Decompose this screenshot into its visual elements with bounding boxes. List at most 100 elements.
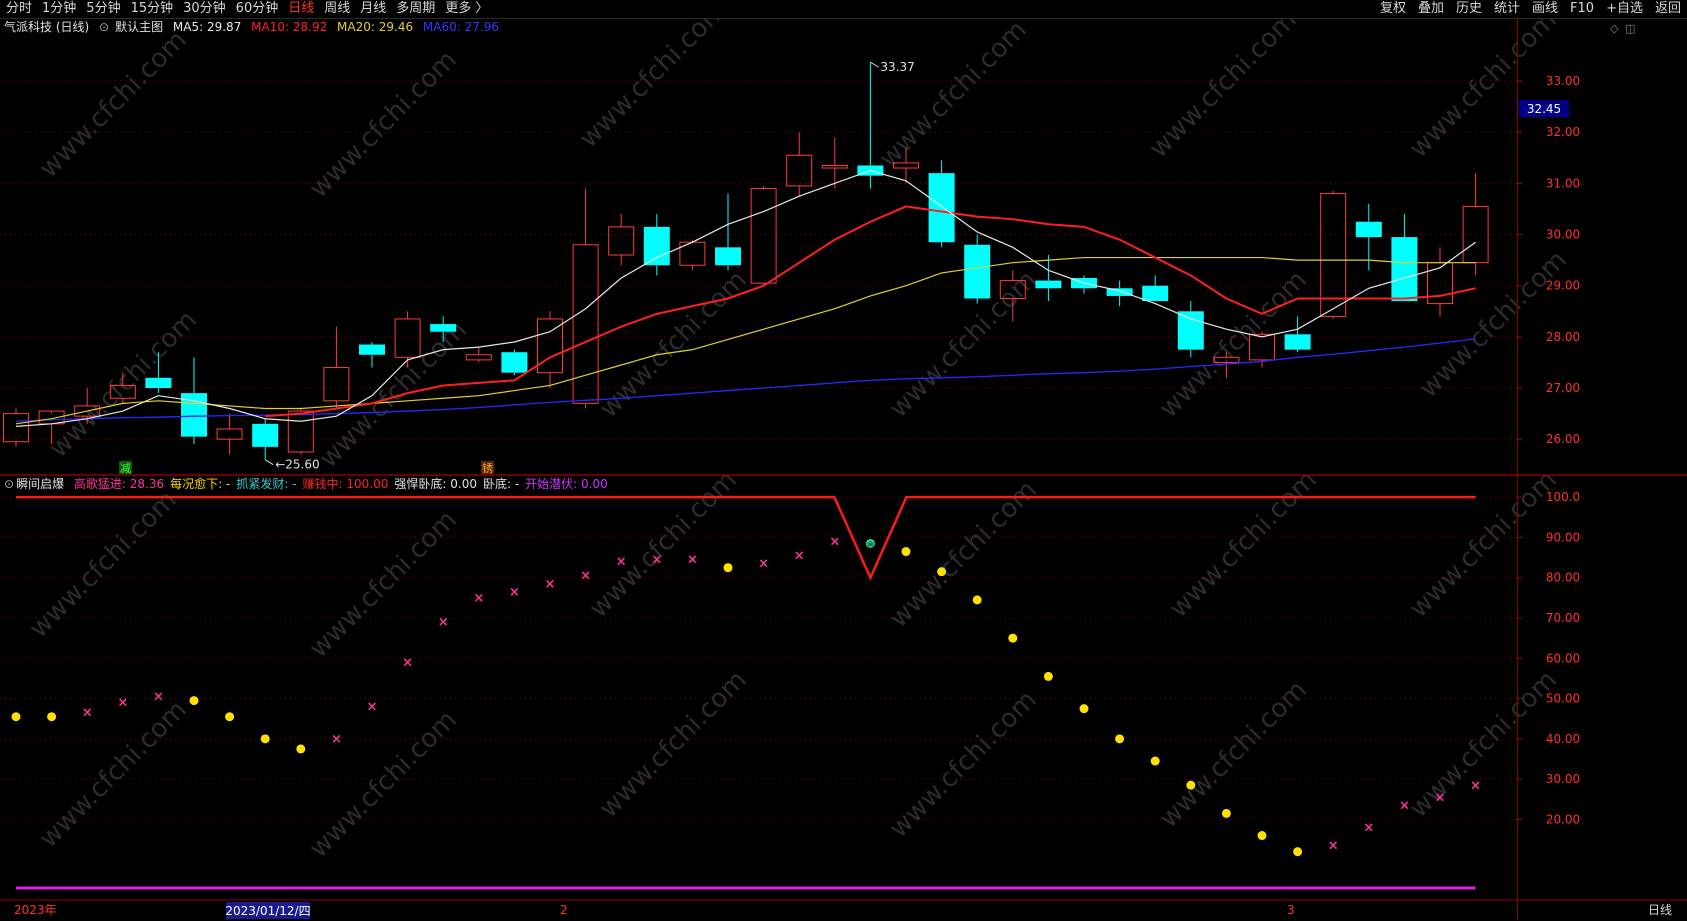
ma10-line xyxy=(265,205,1476,418)
price-tick-label-3: 29.00 xyxy=(1546,279,1580,293)
current-price-label: 32.45 xyxy=(1527,102,1561,116)
period-tab-8[interactable]: 月线 xyxy=(360,0,386,18)
stock-name[interactable]: 气派科技 (日线) xyxy=(4,20,89,34)
period-tab-4[interactable]: 30分钟 xyxy=(183,0,226,18)
period-badge: 日线 xyxy=(1648,903,1672,917)
candle-32 xyxy=(1142,275,1169,302)
candle-7 xyxy=(252,418,279,460)
candle-body xyxy=(1035,280,1062,289)
toolbar-button-1[interactable]: 叠加 xyxy=(1418,0,1444,18)
indicator-cross-15: × xyxy=(545,577,556,592)
xaxis-feb-label: 2 xyxy=(560,903,568,917)
indicator-cross-2: × xyxy=(82,706,93,721)
indicator-tick-label-8: 100.0 xyxy=(1546,490,1580,504)
indicator-dot-36 xyxy=(1293,847,1303,857)
indicator-tick-label-0: 20.00 xyxy=(1546,812,1580,826)
indicator-cross-12: × xyxy=(438,615,449,630)
period-tab-3[interactable]: 15分钟 xyxy=(131,0,174,18)
price-tick-label-7: 33.00 xyxy=(1546,74,1580,88)
indicator-dot-33 xyxy=(1186,780,1196,790)
period-tab-5[interactable]: 60分钟 xyxy=(236,0,279,18)
indicator-dot-8 xyxy=(296,744,306,754)
period-tab-1[interactable]: 1分钟 xyxy=(42,0,76,18)
high-price-label: 33.37 xyxy=(880,60,914,74)
indicator-dot-7 xyxy=(260,734,270,744)
candle-body xyxy=(216,428,243,440)
candle-19 xyxy=(679,239,706,271)
indicator-tick-label-3: 50.00 xyxy=(1546,692,1580,706)
indicator-legend-item-2: 抓紧发财: - xyxy=(236,477,297,491)
candle-body xyxy=(537,318,563,374)
candle-6 xyxy=(216,413,243,455)
candle-15 xyxy=(537,311,563,389)
indicator-cross-41: × xyxy=(1470,779,1481,794)
indicator-dot-25 xyxy=(901,547,911,557)
ma5-value: MA5: 29.87 xyxy=(172,20,242,34)
indicator-cross-9: × xyxy=(331,732,342,747)
candle-29 xyxy=(1035,255,1062,302)
indicator-legend-item-3: 赚钱中: 100.00 xyxy=(302,477,389,491)
indicator-name[interactable]: 瞬间启爆 xyxy=(16,477,64,491)
period-tab-6[interactable]: 日线 xyxy=(288,0,314,18)
candle-body xyxy=(430,324,457,332)
candle-21 xyxy=(750,185,777,286)
indicator-cross-21: × xyxy=(758,557,769,572)
period-tab-2[interactable]: 5分钟 xyxy=(86,0,120,18)
toolbar-button-0[interactable]: 复权 xyxy=(1380,0,1406,18)
template-toggle-icon[interactable]: ⊙ xyxy=(99,20,109,34)
candle-body xyxy=(1355,221,1382,238)
candle-18 xyxy=(643,214,670,276)
period-tab-10[interactable]: 更多 〉 xyxy=(445,0,488,18)
watermark-23: www.cfchi.com xyxy=(1404,665,1563,824)
ma20-value: MA20: 29.46 xyxy=(337,20,414,34)
indicator-cross-22: × xyxy=(794,549,805,564)
indicator-legend-item-6: 开始潜伏: 0.00 xyxy=(525,477,608,491)
candle-10 xyxy=(359,341,385,368)
toolbar-button-5[interactable]: F10 xyxy=(1570,0,1594,18)
indicator-cross-18: × xyxy=(651,553,662,568)
toolbar-button-3[interactable]: 统计 xyxy=(1494,0,1520,18)
toolbar-button-4[interactable]: 画线 xyxy=(1532,0,1558,18)
kline-chart[interactable]: www.cfchi.com www.cfchi.com www.cfchi.com w… xyxy=(0,19,1687,921)
watermark-21: www.cfchi.com xyxy=(884,685,1043,844)
candle-31 xyxy=(1106,280,1133,307)
date-axis: 2023年 2023/01/12/四 2 3 日线 xyxy=(14,902,1672,919)
indicator-dot-26 xyxy=(937,567,947,577)
period-tab-7[interactable]: 周线 xyxy=(324,0,350,18)
period-tab-0[interactable]: 分时 xyxy=(6,0,32,18)
indicator-dot-6 xyxy=(225,712,235,722)
ma60-line xyxy=(15,338,1476,422)
price-tick-label-4: 30.00 xyxy=(1546,228,1580,242)
indicator-toggle-icon[interactable]: ⊙ xyxy=(4,477,14,491)
main-legend: 气派科技 (日线) ⊙ 默认主图 MA5: 29.87 MA10: 28.92 M… xyxy=(4,20,505,34)
candle-body xyxy=(715,247,741,266)
candle-39 xyxy=(1391,214,1418,302)
price-tick-label-2: 28.00 xyxy=(1546,330,1580,344)
indicator-legend-item-1: 每况愈下: - xyxy=(170,477,231,491)
toolbar-button-7[interactable]: 返回 xyxy=(1655,0,1681,18)
watermark-2: www.cfchi.com xyxy=(574,19,733,154)
watermark-7: www.cfchi.com xyxy=(314,315,473,474)
candle-body xyxy=(750,187,777,284)
watermark-12: www.cfchi.com xyxy=(24,485,183,644)
watermark-13: www.cfchi.com xyxy=(304,505,463,664)
indicator-dot-35 xyxy=(1257,831,1267,841)
watermark-1: www.cfchi.com xyxy=(304,45,463,204)
candle-body xyxy=(964,244,991,299)
period-tab-9[interactable]: 多周期 xyxy=(396,0,435,18)
candle-33 xyxy=(1177,301,1204,358)
candle-body xyxy=(1391,237,1418,302)
candle-body xyxy=(821,164,848,169)
price-tick-label-6: 32.00 xyxy=(1546,125,1580,139)
toolbar-button-6[interactable]: +自选 xyxy=(1606,0,1643,18)
indicator-dot-31 xyxy=(1115,734,1125,744)
price-pane: 33.37 ←25.60 减 锈 xyxy=(3,60,1489,475)
toolbar-button-2[interactable]: 历史 xyxy=(1456,0,1482,18)
xaxis-year-label: 2023年 xyxy=(14,903,57,917)
watermark-0: www.cfchi.com xyxy=(34,25,193,184)
candle-40 xyxy=(1427,247,1453,317)
indicator-tick-label-6: 80.00 xyxy=(1546,571,1580,585)
template-name[interactable]: 默认主图 xyxy=(115,20,163,34)
candle-36 xyxy=(1284,316,1311,353)
candle-body xyxy=(501,352,528,373)
